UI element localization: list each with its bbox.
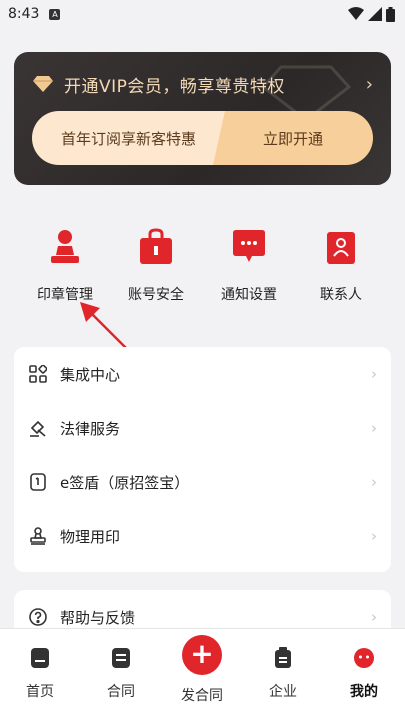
nav-label: 首页 — [26, 684, 54, 700]
home-icon — [31, 648, 49, 668]
menu-label: 帮助与反馈 — [60, 608, 136, 627]
quick-notification-settings[interactable]: 通知设置 — [204, 228, 294, 304]
chevron-right-icon: › — [371, 419, 377, 437]
nav-label: 合同 — [107, 684, 135, 700]
diamond-icon — [33, 76, 53, 92]
menu-label: 集成中心 — [60, 365, 121, 384]
contact-icon — [327, 232, 355, 264]
lock-bag-icon — [140, 228, 172, 264]
nav-label: 我的 — [350, 684, 378, 700]
gavel-icon — [28, 418, 48, 438]
quick-actions: 印章管理 账号安全 通知设置 联系人 — [0, 228, 405, 308]
vip-open-button[interactable]: 立即开通 — [213, 111, 373, 165]
menu-item-e-sign-shield[interactable]: e签盾（原招签宝） › — [14, 455, 391, 509]
vip-offer-text: 首年订阅享新客特惠 — [32, 111, 225, 165]
chevron-right-icon: › — [365, 73, 373, 95]
menu-item-physical-stamp[interactable]: 物理用印 › — [14, 509, 391, 563]
nav-label: 发合同 — [181, 688, 223, 704]
chevron-right-icon: › — [371, 473, 377, 491]
quick-contacts[interactable]: 联系人 — [296, 228, 386, 304]
grid-icon — [28, 364, 48, 384]
status-bar: 8:43 A — [0, 0, 405, 28]
quick-seal-management[interactable]: 印章管理 — [20, 228, 110, 304]
key-device-icon — [28, 472, 48, 492]
quick-account-security[interactable]: 账号安全 — [111, 228, 201, 304]
vip-banner[interactable]: 开通VIP会员，畅享尊贵特权 › 首年订阅享新客特惠 立即开通 — [14, 52, 391, 185]
contract-icon — [112, 648, 130, 668]
stamp-icon — [28, 526, 48, 546]
nav-home[interactable]: 首页 — [0, 647, 80, 701]
vip-title: 开通VIP会员，畅享尊贵特权 — [64, 76, 285, 97]
nav-mine[interactable]: 我的 — [324, 647, 404, 701]
wifi-icon — [348, 7, 364, 20]
status-time: 8:43 — [8, 6, 40, 22]
chat-bubble-icon — [233, 230, 265, 262]
nav-company[interactable]: 企业 — [243, 647, 323, 701]
chevron-right-icon: › — [371, 365, 377, 383]
nav-label: 企业 — [269, 684, 297, 700]
plus-icon: + — [182, 635, 222, 675]
battery-icon — [386, 6, 395, 22]
quick-label: 联系人 — [320, 287, 362, 303]
notification-icon: A — [49, 8, 61, 20]
menu-label: e签盾（原招签宝） — [60, 473, 190, 492]
chevron-right-icon: › — [371, 608, 377, 626]
chevron-right-icon: › — [371, 527, 377, 545]
profile-face-icon — [354, 648, 374, 668]
menu-list: 集成中心 › 法律服务 › e签盾（原招签宝） › 物理用印 › — [14, 347, 391, 572]
signal-icon — [368, 7, 382, 21]
vip-offer-bar: 首年订阅享新客特惠 立即开通 — [32, 111, 373, 165]
nav-contract[interactable]: 合同 — [81, 647, 161, 701]
bottom-nav: 首页 合同 + 发合同 企业 我的 — [0, 628, 405, 720]
seal-icon — [51, 230, 79, 263]
company-icon — [275, 647, 291, 668]
menu-label: 物理用印 — [60, 527, 121, 546]
menu-item-integration-center[interactable]: 集成中心 › — [14, 347, 391, 401]
menu-label: 法律服务 — [60, 419, 121, 438]
help-icon — [28, 607, 48, 627]
menu-item-legal-services[interactable]: 法律服务 › — [14, 401, 391, 455]
quick-label: 通知设置 — [221, 287, 277, 303]
nav-send-contract[interactable]: + 发合同 — [162, 635, 242, 705]
